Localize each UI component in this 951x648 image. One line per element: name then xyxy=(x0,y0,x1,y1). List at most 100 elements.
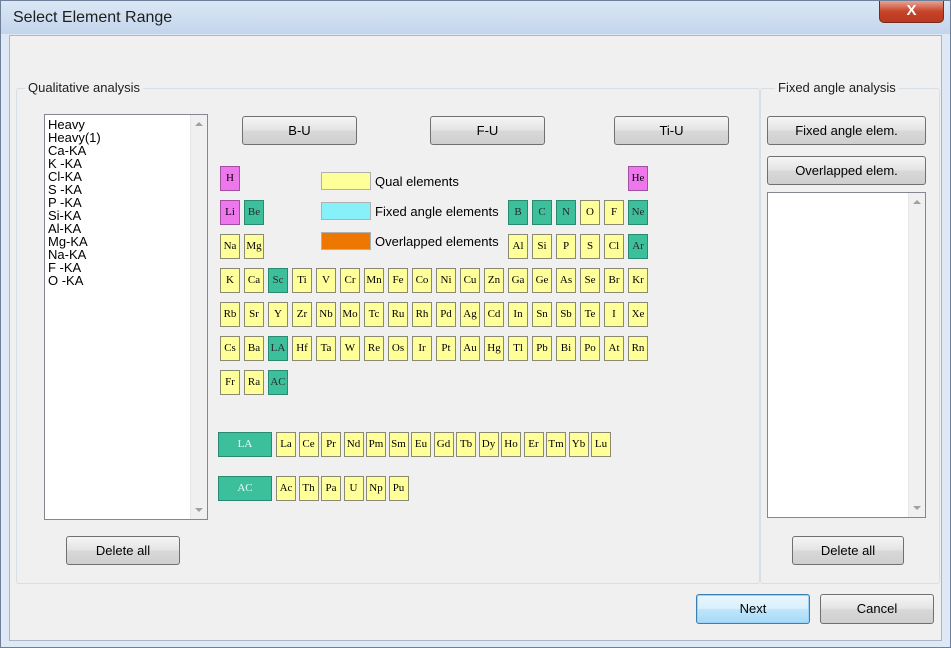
element-re[interactable]: Re xyxy=(364,336,384,361)
element-at[interactable]: At xyxy=(604,336,624,361)
element-o[interactable]: O xyxy=(580,200,600,225)
element-zn[interactable]: Zn xyxy=(484,268,504,293)
element-lu[interactable]: Lu xyxy=(591,432,611,457)
qualitative-element-list[interactable]: Heavy Heavy(1) Ca-KA K -KA Cl-KA S -KA P -KA Si… xyxy=(44,114,208,520)
element-cr[interactable]: Cr xyxy=(340,268,360,293)
element-k[interactable]: K xyxy=(220,268,240,293)
element-sm[interactable]: Sm xyxy=(388,432,409,457)
element-as[interactable]: As xyxy=(556,268,576,293)
element-he[interactable]: He xyxy=(628,166,648,191)
close-button[interactable]: X xyxy=(879,1,944,23)
element-c[interactable]: C xyxy=(532,200,552,225)
element-yb[interactable]: Yb xyxy=(568,432,589,457)
element-se[interactable]: Se xyxy=(580,268,600,293)
element-bi[interactable]: Bi xyxy=(556,336,576,361)
element-ho[interactable]: Ho xyxy=(501,432,521,457)
element-nb[interactable]: Nb xyxy=(316,302,336,327)
scroll-down-icon[interactable] xyxy=(195,508,203,512)
fixed-angle-delete-all-button[interactable]: Delete all xyxy=(792,536,904,565)
lanthanide-row-button[interactable]: LA xyxy=(218,432,272,457)
element-fe[interactable]: Fe xyxy=(388,268,408,293)
element-li[interactable]: Li xyxy=(220,200,240,225)
element-p[interactable]: P xyxy=(556,234,576,259)
list-item[interactable]: O -KA xyxy=(45,274,207,287)
scroll-down-icon[interactable] xyxy=(913,506,921,510)
element-pa[interactable]: Pa xyxy=(321,476,341,501)
element-nd[interactable]: Nd xyxy=(343,432,364,457)
element-ir[interactable]: Ir xyxy=(412,336,432,361)
element-zr[interactable]: Zr xyxy=(292,302,312,327)
element-dy[interactable]: Dy xyxy=(478,432,499,457)
element-hf[interactable]: Hf xyxy=(292,336,312,361)
element-u[interactable]: U xyxy=(343,476,364,501)
element-pu[interactable]: Pu xyxy=(388,476,409,501)
element-pb[interactable]: Pb xyxy=(532,336,552,361)
element-cs[interactable]: Cs xyxy=(220,336,240,361)
element-sb[interactable]: Sb xyxy=(556,302,576,327)
element-ne[interactable]: Ne xyxy=(628,200,648,225)
element-np[interactable]: Np xyxy=(366,476,386,501)
ti-u-range-button[interactable]: Ti-U xyxy=(614,116,729,145)
element-ti[interactable]: Ti xyxy=(292,268,312,293)
qualitative-delete-all-button[interactable]: Delete all xyxy=(66,536,180,565)
element-in[interactable]: In xyxy=(508,302,528,327)
element-sc[interactable]: Sc xyxy=(268,268,288,293)
element-pm[interactable]: Pm xyxy=(366,432,386,457)
element-os[interactable]: Os xyxy=(388,336,408,361)
element-be[interactable]: Be xyxy=(244,200,264,225)
element-fr[interactable]: Fr xyxy=(220,370,240,395)
element-co[interactable]: Co xyxy=(412,268,432,293)
element-n[interactable]: N xyxy=(556,200,576,225)
next-button[interactable]: Next xyxy=(696,594,810,624)
element-eu[interactable]: Eu xyxy=(411,432,431,457)
element-ar[interactable]: Ar xyxy=(628,234,648,259)
f-u-range-button[interactable]: F-U xyxy=(430,116,545,145)
element-i[interactable]: I xyxy=(604,302,624,327)
qualitative-list-scrollbar[interactable] xyxy=(190,115,207,519)
scroll-up-icon[interactable] xyxy=(195,122,203,126)
element-sn[interactable]: Sn xyxy=(532,302,552,327)
b-u-range-button[interactable]: B-U xyxy=(242,116,357,145)
element-ge[interactable]: Ge xyxy=(532,268,552,293)
element-ra[interactable]: Ra xyxy=(244,370,264,395)
element-po[interactable]: Po xyxy=(580,336,600,361)
element-xe[interactable]: Xe xyxy=(628,302,648,327)
fixed-angle-elem-button[interactable]: Fixed angle elem. xyxy=(767,116,926,145)
element-w[interactable]: W xyxy=(340,336,360,361)
element-ta[interactable]: Ta xyxy=(316,336,336,361)
element-pt[interactable]: Pt xyxy=(436,336,456,361)
element-ac[interactable]: AC xyxy=(268,370,288,395)
element-tm[interactable]: Tm xyxy=(546,432,566,457)
element-rh[interactable]: Rh xyxy=(412,302,432,327)
element-tb[interactable]: Tb xyxy=(456,432,476,457)
element-sr[interactable]: Sr xyxy=(244,302,264,327)
fixed-angle-list-scrollbar[interactable] xyxy=(908,193,925,517)
element-f[interactable]: F xyxy=(604,200,624,225)
element-h[interactable]: H xyxy=(220,166,240,191)
element-hg[interactable]: Hg xyxy=(484,336,504,361)
element-la[interactable]: LA xyxy=(268,336,288,361)
element-cl[interactable]: Cl xyxy=(604,234,624,259)
element-cu[interactable]: Cu xyxy=(460,268,480,293)
element-pd[interactable]: Pd xyxy=(436,302,456,327)
element-s[interactable]: S xyxy=(580,234,600,259)
element-ga[interactable]: Ga xyxy=(508,268,528,293)
scroll-up-icon[interactable] xyxy=(913,200,921,204)
actinide-row-button[interactable]: AC xyxy=(218,476,272,501)
element-mg[interactable]: Mg xyxy=(244,234,264,259)
element-gd[interactable]: Gd xyxy=(433,432,454,457)
element-ag[interactable]: Ag xyxy=(460,302,480,327)
element-te[interactable]: Te xyxy=(580,302,600,327)
element-rn[interactable]: Rn xyxy=(628,336,648,361)
element-b[interactable]: B xyxy=(508,200,528,225)
cancel-button[interactable]: Cancel xyxy=(820,594,934,624)
element-th[interactable]: Th xyxy=(298,476,319,501)
element-tc[interactable]: Tc xyxy=(364,302,384,327)
element-y[interactable]: Y xyxy=(268,302,288,327)
element-ba[interactable]: Ba xyxy=(244,336,264,361)
element-ru[interactable]: Ru xyxy=(388,302,408,327)
element-er[interactable]: Er xyxy=(523,432,544,457)
overlapped-elem-button[interactable]: Overlapped elem. xyxy=(767,156,926,185)
element-mn[interactable]: Mn xyxy=(364,268,384,293)
element-si[interactable]: Si xyxy=(532,234,552,259)
